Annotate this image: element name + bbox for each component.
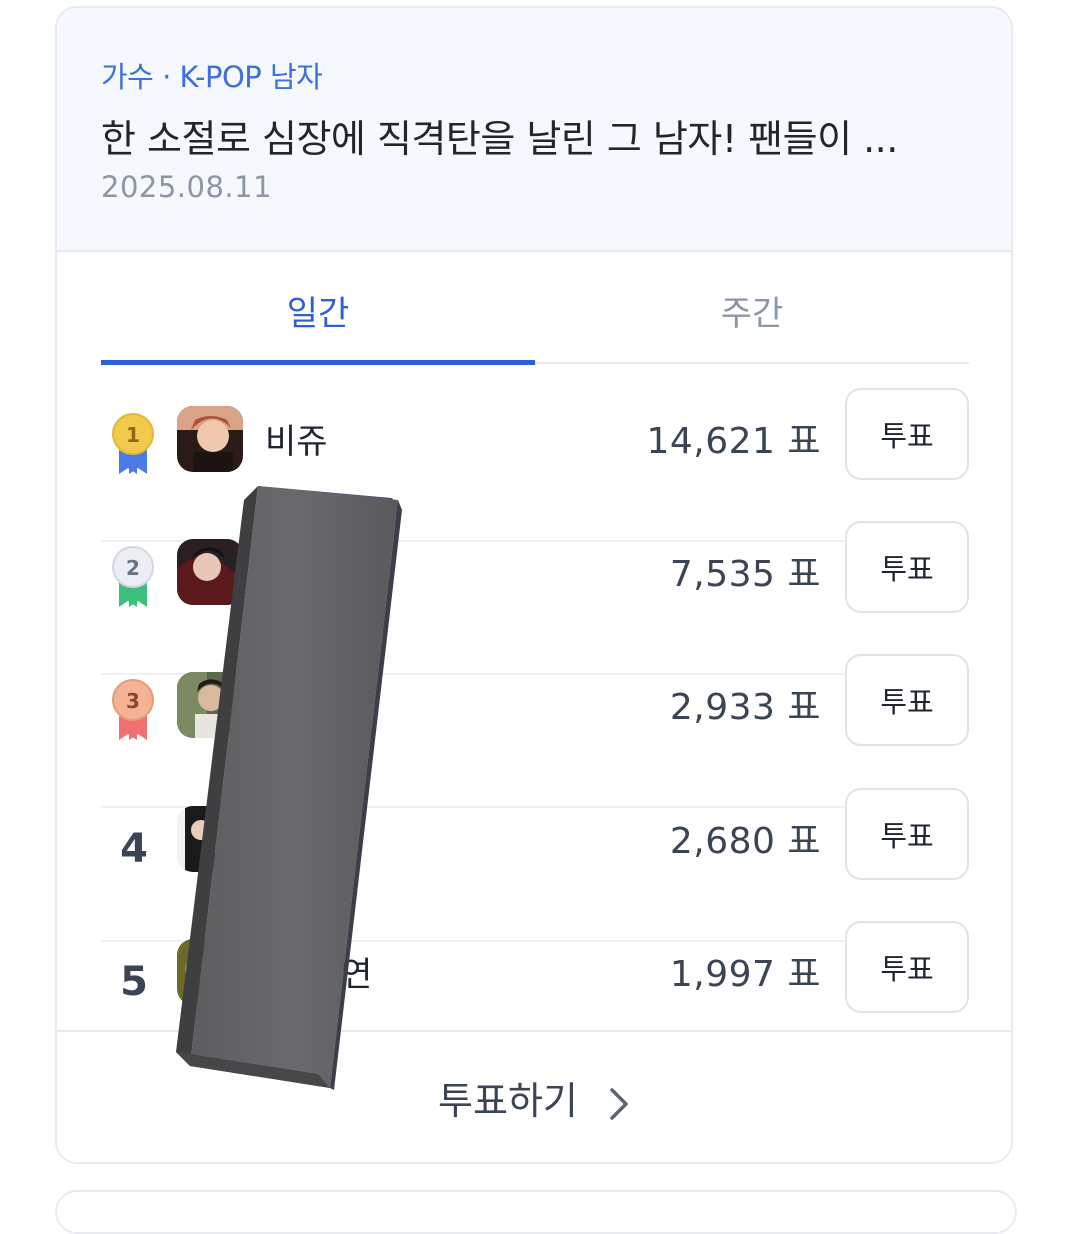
tab-daily[interactable]: 일간 bbox=[101, 286, 535, 335]
ranking-row: 1 비쥬 14,621 표 투표 bbox=[101, 388, 969, 542]
artist-name: 연 bbox=[341, 955, 373, 995]
ranking-card: 가수 · K-POP 남자 한 소절로 심장에 직격탄을 날린 그 남자! 팬들… bbox=[55, 6, 1013, 1164]
medal-rank: 1 bbox=[126, 423, 140, 447]
artist-name: 비쥬 bbox=[265, 422, 328, 462]
chevron-right-icon bbox=[610, 1087, 628, 1120]
vote-count: 14,621 표 bbox=[646, 421, 821, 462]
vote-count: 7,535 표 bbox=[669, 554, 821, 595]
vote-more-link[interactable]: 투표하기 bbox=[57, 1070, 1011, 1125]
rank-number: 4 bbox=[120, 826, 148, 872]
article-header[interactable]: 가수 · K-POP 남자 한 소절로 심장에 직격탄을 날린 그 남자! 팬들… bbox=[57, 8, 1011, 252]
gold-medal-icon: 1 bbox=[112, 413, 154, 474]
avatar[interactable] bbox=[177, 539, 243, 605]
vote-link-label: 투표하기 bbox=[438, 1079, 578, 1123]
article-category: 가수 · K-POP 남자 bbox=[101, 60, 323, 94]
article-headline[interactable]: 한 소절로 심장에 직격탄을 날린 그 남자! 팬들이 ... bbox=[101, 108, 898, 163]
active-tab-indicator bbox=[101, 360, 535, 365]
ranking-row: 4 2,680 표 투표 bbox=[101, 788, 969, 942]
vote-count: 2,680 표 bbox=[669, 821, 821, 862]
article-date: 2025.08.11 bbox=[101, 170, 273, 204]
vote-count: 1,997 표 bbox=[669, 954, 821, 995]
rank-number: 5 bbox=[120, 959, 148, 1005]
ranking-row: 2 7,535 표 투표 bbox=[101, 521, 969, 675]
medal-rank: 2 bbox=[126, 556, 140, 580]
ranking-row: 3 2,933 표 투표 bbox=[101, 654, 969, 808]
vote-count: 2,933 표 bbox=[669, 687, 821, 728]
avatar[interactable] bbox=[177, 939, 243, 1005]
medal-rank: 3 bbox=[126, 689, 140, 713]
vote-button[interactable]: 투표 bbox=[845, 388, 969, 480]
silver-medal-icon: 2 bbox=[112, 546, 154, 607]
vote-button[interactable]: 투표 bbox=[845, 654, 969, 746]
bronze-medal-icon: 3 bbox=[112, 679, 154, 740]
ranking-row: 5 연 1,997 표 투표 bbox=[101, 921, 969, 1053]
next-card-edge bbox=[55, 1190, 1017, 1234]
vote-button[interactable]: 투표 bbox=[845, 521, 969, 613]
avatar[interactable] bbox=[177, 406, 243, 472]
vote-button[interactable]: 투표 bbox=[845, 788, 969, 880]
avatar[interactable] bbox=[177, 806, 243, 872]
vote-button[interactable]: 투표 bbox=[845, 921, 969, 1013]
tab-weekly[interactable]: 주간 bbox=[535, 286, 969, 335]
footer-divider bbox=[57, 1030, 1011, 1032]
period-tabs: 일간 주간 bbox=[101, 266, 969, 365]
avatar[interactable] bbox=[177, 672, 243, 738]
